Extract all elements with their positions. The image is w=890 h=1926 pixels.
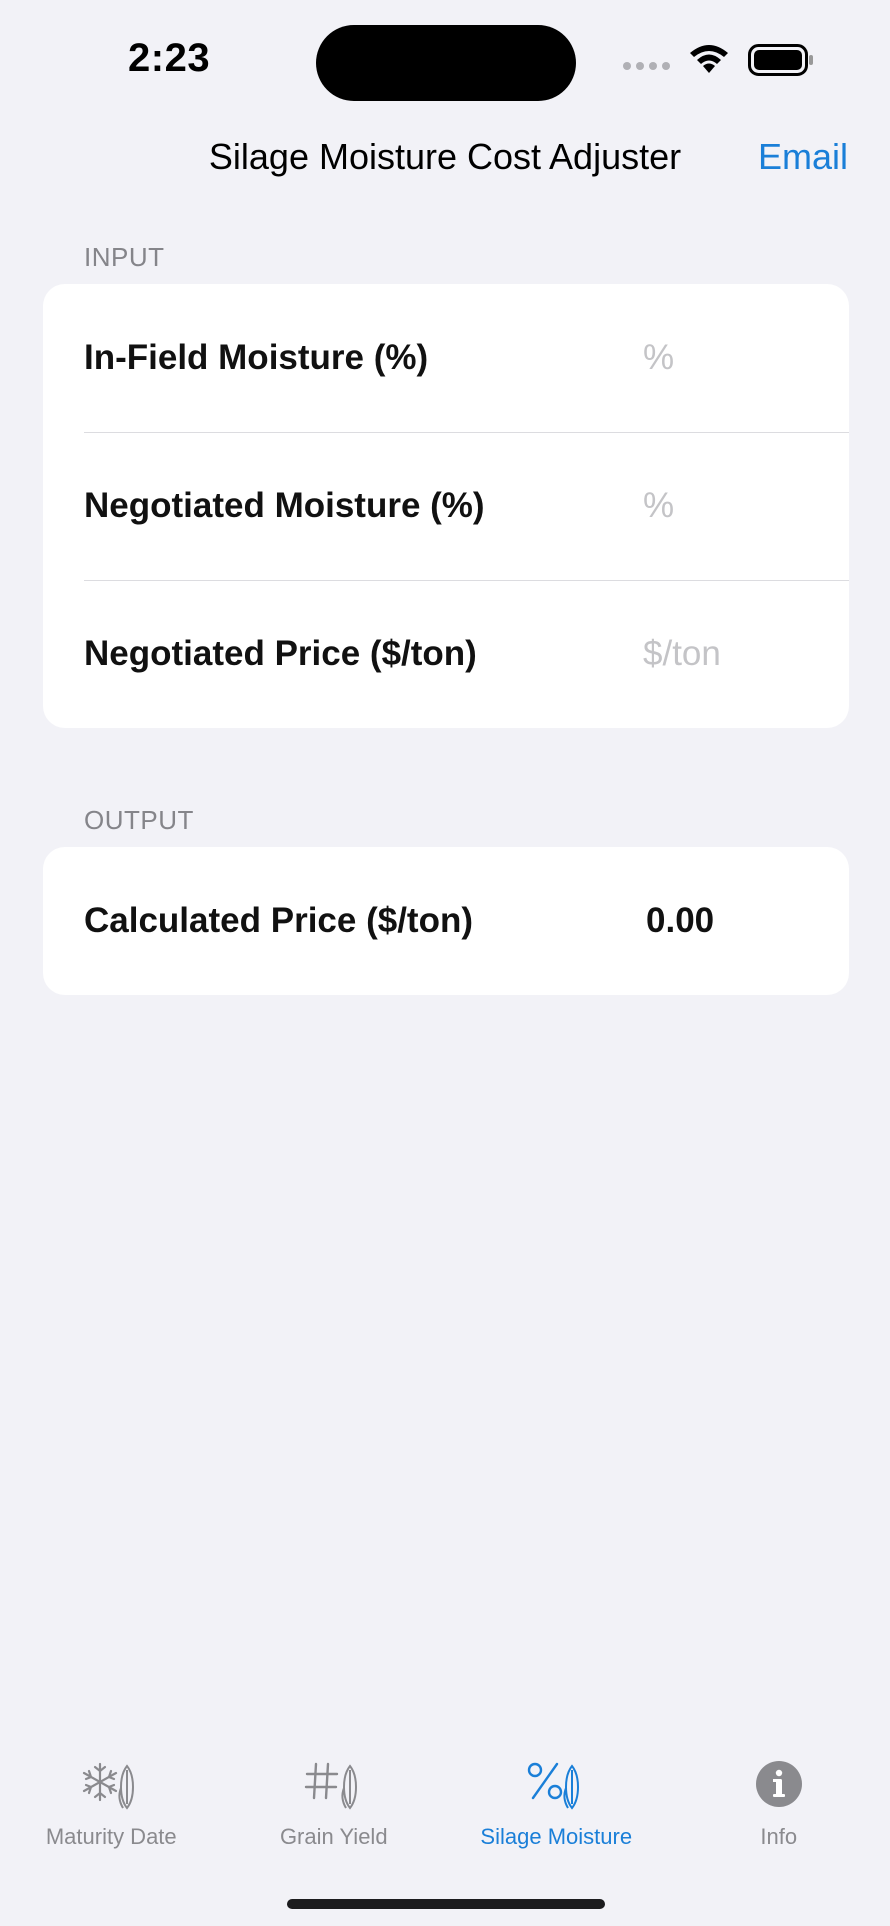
tab-maturity-date-label: Maturity Date xyxy=(45,1824,177,1849)
percent-corn-icon xyxy=(526,1752,586,1816)
info-icon xyxy=(755,1752,803,1816)
calculated-price-label: Calculated Price ($/ton) xyxy=(84,901,473,940)
wifi-icon xyxy=(690,45,728,73)
negotiated-moisture-label: Negotiated Moisture (%) xyxy=(84,486,485,525)
negotiated-moisture-input[interactable] xyxy=(643,486,843,526)
status-time: 2:23 xyxy=(128,36,211,80)
hash-corn-icon xyxy=(304,1752,364,1816)
home-indicator[interactable] xyxy=(287,1899,605,1909)
tab-info-label: Info xyxy=(760,1824,798,1849)
tab-silage-moisture-label: Silage Moisture xyxy=(480,1824,633,1849)
cellular-signal-icon xyxy=(623,62,670,70)
snowflake-corn-icon xyxy=(81,1752,141,1816)
output-card: Calculated Price ($/ton) 0.00 xyxy=(43,847,849,995)
negotiated-price-input[interactable] xyxy=(643,634,843,674)
page-title: Silage Moisture Cost Adjuster xyxy=(208,136,682,177)
app-screen: 2:23 Silage Moisture Cost Adjuster Email… xyxy=(0,0,890,1926)
tab-maturity-date[interactable]: Maturity Date xyxy=(0,1752,223,1862)
tab-silage-moisture[interactable]: Silage Moisture xyxy=(445,1752,668,1862)
dynamic-island xyxy=(316,25,576,101)
negotiated-price-row: Negotiated Price ($/ton) xyxy=(43,580,849,728)
calculated-price-value: 0.00 xyxy=(646,901,715,940)
tab-grain-yield-label: Grain Yield xyxy=(279,1824,388,1849)
tab-grain-yield[interactable]: Grain Yield xyxy=(223,1752,446,1862)
input-section-header: INPUT xyxy=(84,242,165,272)
in-field-moisture-row: In-Field Moisture (%) xyxy=(43,284,849,432)
battery-icon xyxy=(748,44,813,76)
email-button[interactable]: Email xyxy=(758,136,848,178)
input-card: In-Field Moisture (%) Negotiated Moistur… xyxy=(43,284,849,728)
tab-info[interactable]: Info xyxy=(668,1752,890,1862)
in-field-moisture-label: In-Field Moisture (%) xyxy=(84,338,429,377)
status-icons xyxy=(623,44,814,76)
in-field-moisture-input[interactable] xyxy=(643,338,843,378)
calculated-price-row: Calculated Price ($/ton) 0.00 xyxy=(43,847,849,995)
tab-bar: Maturity Date Grain Yield Silage Moistur… xyxy=(0,1752,890,1862)
negotiated-price-label: Negotiated Price ($/ton) xyxy=(84,634,477,673)
output-section-header: OUTPUT xyxy=(84,805,194,835)
negotiated-moisture-row: Negotiated Moisture (%) xyxy=(43,432,849,580)
